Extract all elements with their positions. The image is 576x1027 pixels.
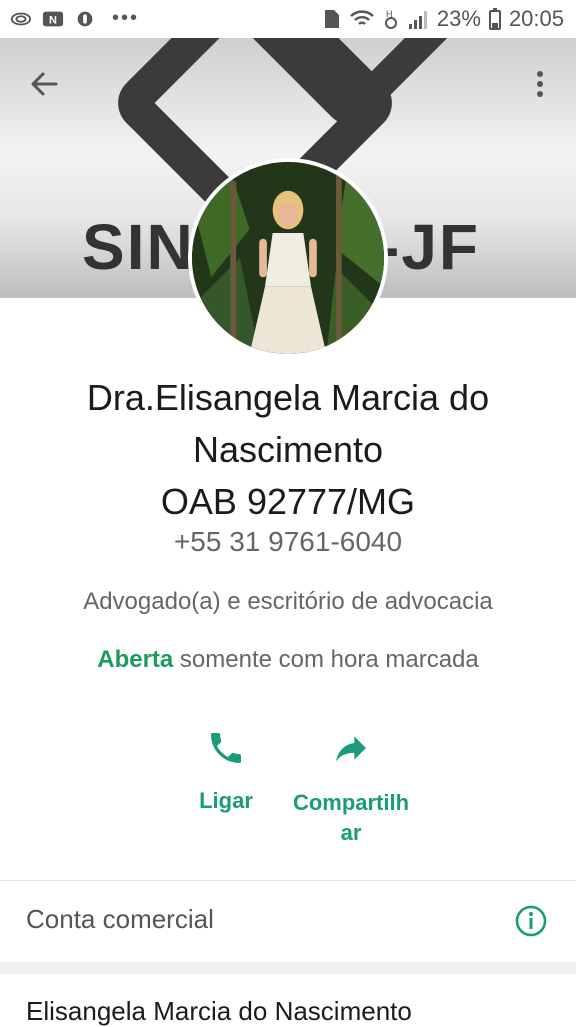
battery-icon xyxy=(488,8,501,30)
info-icon[interactable] xyxy=(514,904,548,938)
sim-icon xyxy=(324,10,339,28)
signal-icon xyxy=(408,11,427,29)
alarm-icon: H xyxy=(384,9,397,29)
svg-text:N: N xyxy=(49,14,57,26)
open-status: Aberta xyxy=(97,646,174,673)
divider xyxy=(0,880,576,881)
clock: 20:05 xyxy=(508,6,564,31)
business-account-row[interactable]: Conta comercial xyxy=(0,882,576,960)
cover-logo-text: -JF xyxy=(378,211,480,283)
business-account-label: Conta comercial xyxy=(26,904,214,934)
status-left: N ••• xyxy=(10,7,139,30)
profile-name-line: Nascimento xyxy=(192,429,384,470)
section-separator xyxy=(0,962,576,974)
wifi-icon xyxy=(350,10,374,25)
business-name: Elisangela Marcia do Nascimento xyxy=(26,996,412,1026)
profile-avatar[interactable] xyxy=(188,158,388,358)
cover-logo-text: SIN xyxy=(82,211,195,283)
share-icon xyxy=(336,736,366,762)
call-label: Ligar xyxy=(199,788,253,813)
hours-detail: somente com hora marcada xyxy=(173,646,479,673)
avatar-photo xyxy=(192,162,384,354)
call-button[interactable]: Ligar xyxy=(176,728,276,814)
profile-name-line: Dra.Elisangela Marcia do xyxy=(86,377,490,418)
share-button[interactable]: Compartilh ar xyxy=(282,728,420,848)
status-right: H 23% 20:05 xyxy=(321,6,564,32)
status-bar: N ••• H 23% 20:05 xyxy=(0,0,576,38)
more-vert-icon xyxy=(537,71,543,97)
business-hours[interactable]: Aberta somente com hora marcada xyxy=(0,646,576,674)
arrow-left-icon xyxy=(31,72,58,96)
more-options-button[interactable] xyxy=(528,66,552,102)
profile-name: Dra.Elisangela Marcia do Nascimento OAB … xyxy=(20,372,556,528)
share-label: Compartilh ar xyxy=(292,790,410,845)
business-category: Advogado(a) e escritório de advocacia xyxy=(83,588,493,615)
more-notifications-icon: ••• xyxy=(112,7,140,29)
netflix-icon: N xyxy=(42,11,64,26)
cloud-icon xyxy=(10,12,32,25)
notification-icon xyxy=(77,11,93,26)
phone-number[interactable]: +55 31 9761-6040 xyxy=(0,526,576,558)
back-button[interactable] xyxy=(26,66,62,102)
battery-percent: 23% xyxy=(436,6,481,31)
phone-icon xyxy=(211,733,241,763)
profile-name-line: OAB 92777/MG xyxy=(160,481,416,522)
